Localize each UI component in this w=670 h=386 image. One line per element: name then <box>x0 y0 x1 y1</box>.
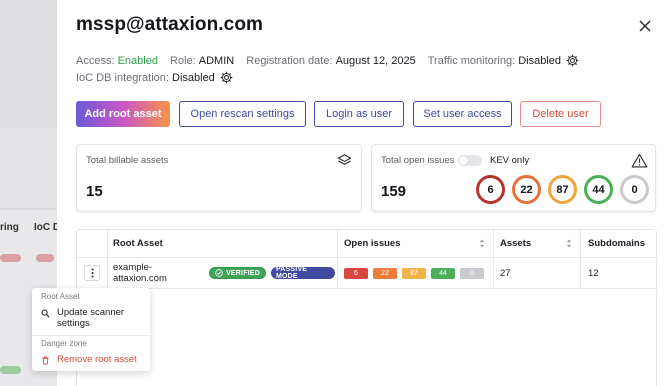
menu-section-danger-zone: Danger zone <box>41 339 87 348</box>
column-header-subdomains[interactable]: Subdomains <box>588 230 658 257</box>
background-status-pill <box>0 254 21 262</box>
low-issues-ring: 44 <box>584 175 613 204</box>
verified-label: VERIFIED <box>226 269 260 277</box>
role-info: Role: ADMIN <box>170 55 234 67</box>
gear-icon[interactable] <box>566 54 579 67</box>
info-issues-chip: 0 <box>460 267 484 279</box>
background-status-pill <box>36 254 54 262</box>
user-meta-row-1: Access: Enabled Role: ADMIN Registration… <box>76 54 588 67</box>
drawer-title: mssp@attaxion.com <box>76 14 264 35</box>
critical-issues-ring: 6 <box>476 175 505 204</box>
access-value: Enabled <box>117 54 158 67</box>
traffic-monitoring-info: Traffic monitoring: Disabled <box>428 54 579 67</box>
billable-assets-label: Total billable assets <box>86 155 169 166</box>
column-header-label: Root Asset <box>113 238 163 249</box>
background-header <box>0 0 60 128</box>
column-header-label: Open issues <box>344 238 401 249</box>
root-asset-name[interactable]: example-attaxion.com <box>113 262 204 284</box>
role-value: ADMIN <box>198 54 235 67</box>
open-rescan-settings-button[interactable]: Open rescan settings <box>179 101 306 127</box>
kev-only-label: KEV only <box>490 155 530 166</box>
billable-assets-card: Total billable assets 15 <box>76 144 362 212</box>
root-assets-table: Root Asset Open issues Assets Subdomains… <box>76 229 658 386</box>
update-scanner-settings-menu-item[interactable]: Update scanner settings <box>41 307 145 329</box>
column-header-assets[interactable]: Assets <box>500 230 580 257</box>
table-row-subdomains: 12 <box>588 267 599 279</box>
column-divider <box>493 230 494 289</box>
passive-mode-badge: PASSIVE MODE <box>270 266 335 280</box>
row-divider <box>77 288 658 289</box>
column-divider <box>580 230 581 289</box>
table-row-root-asset[interactable]: example-attaxion.com VERIFIED PASSIVE MO… <box>113 258 335 288</box>
billable-assets-count: 15 <box>86 183 103 200</box>
trash-icon <box>42 356 49 365</box>
background-column-header: ring <box>0 222 19 233</box>
row-actions-menu: Root Asset Update scanner settings Dange… <box>32 288 150 371</box>
traffic-label: Traffic monitoring: <box>427 54 516 67</box>
menu-section-root-asset: Root Asset <box>41 292 80 301</box>
low-issues-chip: 44 <box>431 267 455 279</box>
registration-value: August 12, 2025 <box>335 54 416 67</box>
open-issues-count: 159 <box>381 183 407 200</box>
registration-label: Registration date: <box>246 54 333 67</box>
close-icon[interactable] <box>636 17 654 35</box>
role-label: Role: <box>170 54 196 67</box>
traffic-value: Disabled <box>518 54 562 67</box>
table-row-assets: 27 <box>500 267 511 279</box>
add-root-asset-button[interactable]: Add root asset <box>76 101 170 127</box>
layers-icon <box>337 154 352 165</box>
update-scanner-settings-label: Update scanner settings <box>57 307 125 329</box>
background-band <box>0 128 60 208</box>
access-label: Access: <box>76 54 115 67</box>
access-info: Access: Enabled <box>76 55 158 67</box>
warning-icon <box>631 153 648 168</box>
table-row-open-issues: 6 22 87 44 0 <box>344 258 493 288</box>
login-as-user-button[interactable]: Login as user <box>314 101 404 127</box>
background-status-pill <box>0 366 21 374</box>
remove-root-asset-menu-item[interactable]: Remove root asset <box>41 354 137 365</box>
search-icon <box>41 309 50 318</box>
open-issues-label: Total open issues <box>381 155 455 166</box>
check-circle-icon <box>215 269 223 277</box>
column-header-label: Subdomains <box>588 238 646 249</box>
menu-divider <box>32 335 150 336</box>
column-divider <box>337 230 338 289</box>
sort-icon[interactable] <box>566 239 572 248</box>
info-issues-ring: 0 <box>620 175 649 204</box>
critical-issues-chip: 6 <box>344 267 368 279</box>
column-header-label: Assets <box>500 238 532 249</box>
ioc-value: Disabled <box>172 71 215 84</box>
ioc-label: IoC DB integration: <box>76 71 169 84</box>
column-divider <box>107 230 108 289</box>
sort-icon[interactable] <box>479 239 485 248</box>
remove-root-asset-label: Remove root asset <box>57 354 137 365</box>
column-header-root-asset[interactable]: Root Asset <box>113 230 333 257</box>
column-header-open-issues[interactable]: Open issues <box>344 230 493 257</box>
delete-user-button[interactable]: Delete user <box>520 101 601 127</box>
verified-badge: VERIFIED <box>209 267 266 279</box>
high-issues-chip: 22 <box>373 267 397 279</box>
user-meta-row-2: IoC DB integration: Disabled <box>76 71 242 84</box>
open-issues-card: Total open issues KEV only 159 6 22 87 4… <box>371 144 656 212</box>
kebab-icon <box>91 268 93 278</box>
kev-only-toggle[interactable] <box>458 155 482 166</box>
medium-issues-chip: 87 <box>402 267 426 279</box>
high-issues-ring: 22 <box>512 175 541 204</box>
set-user-access-button[interactable]: Set user access <box>413 101 512 127</box>
gear-icon[interactable] <box>220 71 233 84</box>
row-actions-button[interactable] <box>84 265 100 281</box>
registration-info: Registration date: August 12, 2025 <box>246 55 415 67</box>
medium-issues-ring: 87 <box>548 175 577 204</box>
ioc-integration-info: IoC DB integration: Disabled <box>76 71 233 84</box>
